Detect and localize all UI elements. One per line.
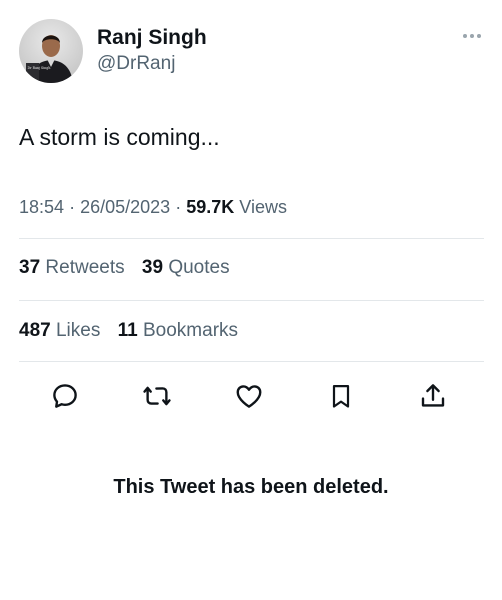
views-count[interactable]: 59.7K (186, 197, 234, 217)
share-button[interactable] (413, 376, 453, 416)
like-stats-row: 487 Likes 11 Bookmarks (19, 319, 250, 343)
bookmarks-count: 11 (117, 320, 138, 341)
quotes-label: Quotes (168, 257, 230, 278)
deleted-tweet-notice: This Tweet has been deleted. (113, 476, 389, 498)
more-options-icon[interactable] (460, 29, 484, 43)
tweet-header: Dr Ranj Singh Ranj Singh @DrRanj (19, 19, 484, 85)
like-icon (236, 385, 262, 408)
retweets-count: 37 (19, 257, 41, 278)
tweet-date[interactable]: 26/05/2023 (80, 197, 170, 217)
bookmarks-stat[interactable]: 11 Bookmarks (118, 320, 238, 341)
retweet-button[interactable] (137, 376, 177, 416)
bookmark-icon (332, 384, 350, 408)
author-handle[interactable]: @DrRanj (97, 52, 207, 76)
author-names: Ranj Singh @DrRanj (97, 25, 207, 76)
avatar[interactable]: Dr Ranj Singh (19, 19, 83, 83)
avatar-photo-icon: Dr Ranj Singh (26, 35, 73, 83)
retweet-icon (143, 386, 171, 406)
likes-label: Likes (55, 320, 101, 341)
avatar-book-text: Dr Ranj Singh (28, 66, 51, 70)
reply-icon (53, 384, 77, 408)
divider (19, 238, 484, 239)
author-display-name[interactable]: Ranj Singh (97, 25, 207, 51)
likes-stat[interactable]: 487 Likes (19, 320, 100, 341)
quotes-count: 39 (141, 257, 164, 278)
retweets-label: Retweets (45, 257, 125, 278)
likes-count: 487 (19, 320, 51, 341)
bookmark-button[interactable] (321, 376, 361, 416)
bookmarks-label: Bookmarks (143, 320, 239, 341)
tweet-card: Dr Ranj Singh Ranj Singh @DrRanj A storm… (0, 0, 502, 600)
action-bar (19, 370, 484, 420)
share-icon (421, 384, 445, 407)
meta-separator: · (175, 197, 182, 217)
tweet-time[interactable]: 18:54 (19, 197, 64, 217)
divider (19, 361, 484, 362)
views-label: Views (239, 197, 287, 217)
divider (19, 300, 484, 301)
tweet-meta: 18:54 · 26/05/2023 · 59.7K Views (19, 195, 287, 219)
retweet-stats-row: 37 Retweets 39 Quotes (19, 256, 242, 280)
quotes-stat[interactable]: 39 Quotes (142, 257, 230, 278)
retweets-stat[interactable]: 37 Retweets (19, 257, 125, 278)
tweet-text: A storm is coming... (19, 124, 220, 150)
reply-button[interactable] (45, 376, 85, 416)
like-button[interactable] (229, 376, 269, 416)
meta-separator: · (69, 197, 76, 217)
